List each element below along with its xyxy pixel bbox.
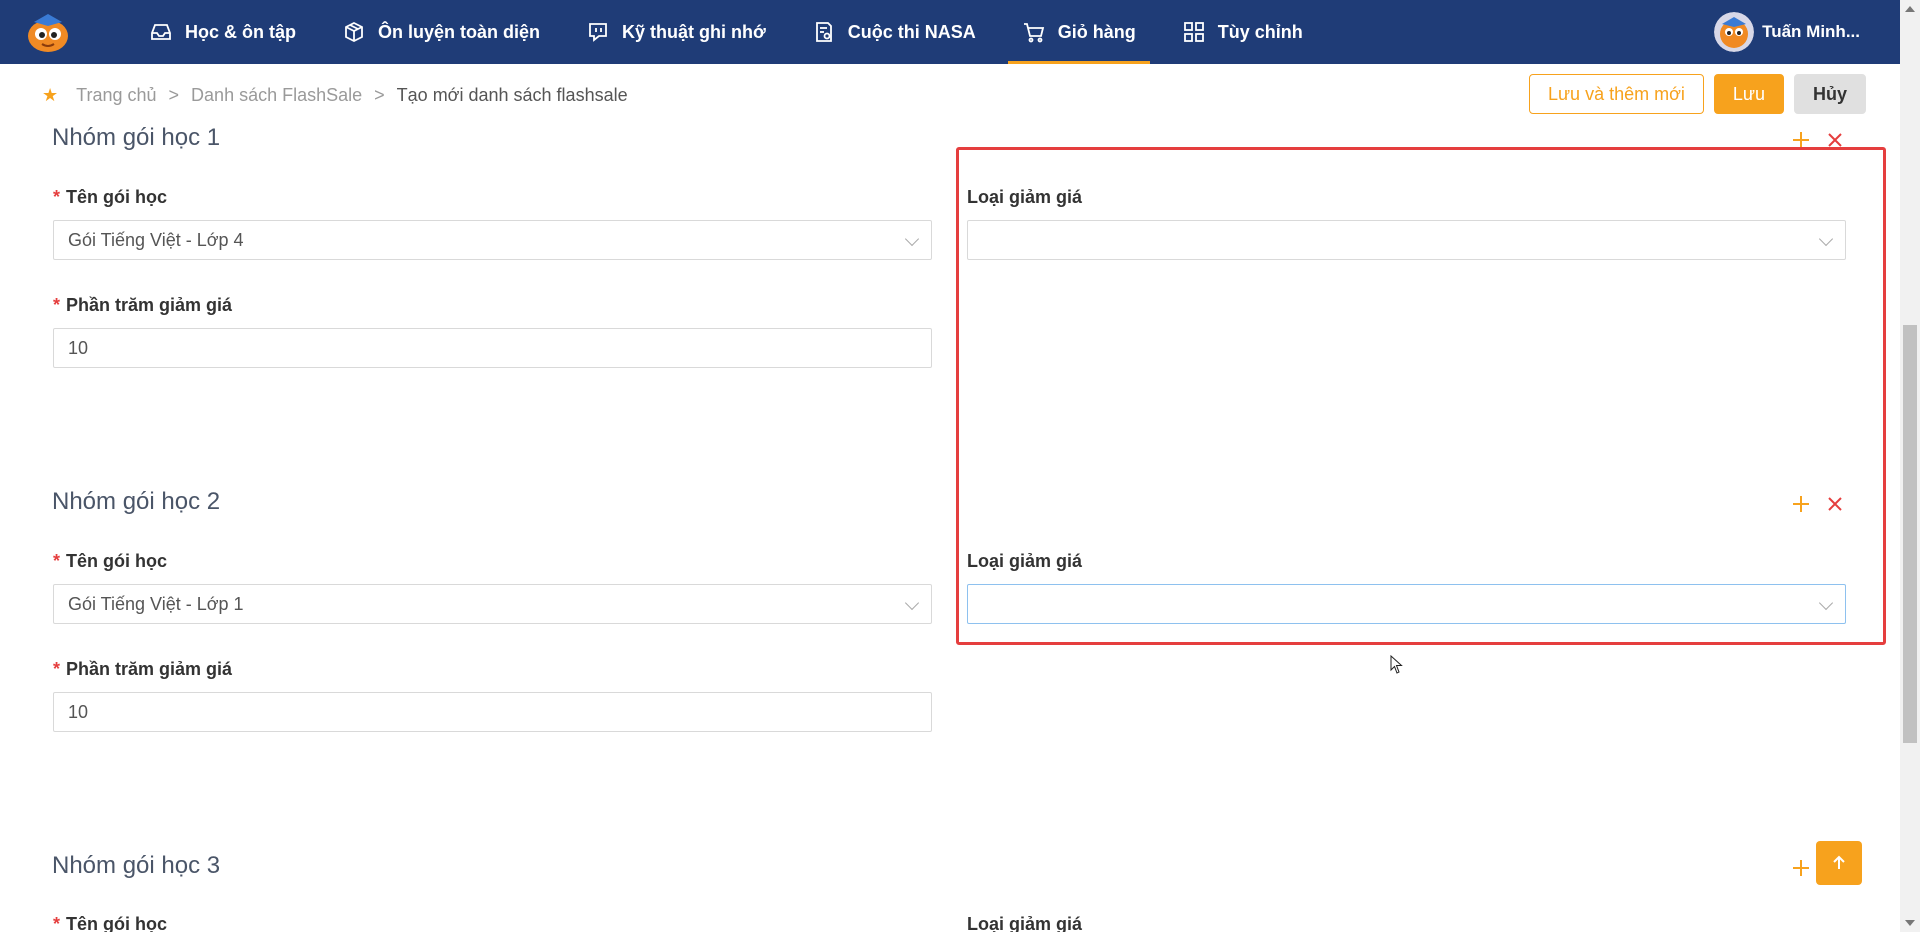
breadcrumb-current: Tạo mới danh sách flashsale <box>396 84 628 105</box>
cart-icon <box>1023 23 1044 43</box>
top-navbar: Học & ôn tập Ôn luyện toàn diện Kỹ thuật… <box>0 0 1900 64</box>
scroll-down-icon[interactable] <box>1905 920 1915 926</box>
mouse-cursor-icon <box>1390 655 1403 674</box>
nav-item-label: Học & ôn tập <box>185 21 296 42</box>
group-title: Nhóm gói học 1 <box>52 124 221 151</box>
scroll-up-icon[interactable] <box>1905 6 1915 12</box>
group-title: Nhóm gói học 3 <box>52 852 221 879</box>
nav-item-label: Giỏ hàng <box>1057 21 1136 42</box>
save-and-new-button[interactable]: Lưu và thêm mới <box>1529 74 1704 114</box>
arrow-up-icon <box>1833 855 1845 869</box>
breadcrumb-separator: > <box>168 84 180 105</box>
breadcrumb: ★ Trang chủ > Danh sách FlashSale > Tạo … <box>42 82 628 108</box>
user-name: Tuấn Minh... <box>1762 22 1860 41</box>
form-actions: Lưu và thêm mới Lưu Hủy <box>1529 74 1866 114</box>
nav-item-cuoc-thi[interactable]: Cuộc thi NASA <box>798 0 990 64</box>
remove-group-icon[interactable] <box>1824 493 1846 515</box>
nav-item-label: Tùy chỉnh <box>1217 21 1303 42</box>
nav-item-label: Kỹ thuật ghi nhớ <box>622 21 766 42</box>
chevron-down-icon <box>904 595 920 611</box>
course-select-value: Gói Tiếng Việt - Lớp 4 <box>68 229 244 250</box>
add-group-icon[interactable] <box>1790 857 1812 879</box>
course-select[interactable]: Gói Tiếng Việt - Lớp 1 <box>53 584 932 624</box>
discount-type-label: Loại giảm giá <box>967 914 1083 932</box>
percent-input-value: 10 <box>68 701 89 722</box>
remove-group-icon[interactable] <box>1824 129 1846 151</box>
course-label: * Tên gói học <box>53 551 168 571</box>
chevron-down-icon <box>904 231 920 247</box>
discount-type-label: Loại giảm giá <box>967 551 1083 571</box>
add-group-icon[interactable] <box>1790 493 1812 515</box>
percent-input[interactable]: 10 <box>53 328 932 368</box>
percent-label: * Phần trăm giảm giá <box>53 659 233 679</box>
nav-item-label: Ôn luyện toàn diện <box>378 21 541 42</box>
discount-type-select[interactable] <box>967 220 1846 260</box>
nav-item-label: Cuộc thi NASA <box>847 21 976 42</box>
add-group-icon[interactable] <box>1790 129 1812 151</box>
document-icon <box>815 22 832 42</box>
breadcrumb-list[interactable]: Danh sách FlashSale <box>191 85 362 106</box>
discount-type-label: Loại giảm giá <box>967 187 1083 207</box>
grid-icon <box>1183 22 1204 42</box>
course-select-value: Gói Tiếng Việt - Lớp 1 <box>68 593 244 614</box>
nav-item-ky-thuat[interactable]: Kỹ thuật ghi nhớ <box>572 0 780 64</box>
page-scrollbar[interactable] <box>1900 0 1920 932</box>
nav-item-on-luyen[interactable]: Ôn luyện toàn diện <box>328 0 554 64</box>
course-select[interactable]: Gói Tiếng Việt - Lớp 4 <box>53 220 932 260</box>
app-logo[interactable] <box>24 10 72 54</box>
back-to-top-button[interactable] <box>1816 841 1862 885</box>
nav-item-hoc-on-tap[interactable]: Học & ôn tập <box>135 0 310 64</box>
inbox-icon <box>151 24 171 40</box>
nav-item-tuy-chinh[interactable]: Tùy chỉnh <box>1168 0 1317 64</box>
scroll-thumb[interactable] <box>1903 325 1917 743</box>
percent-input-value: 10 <box>68 337 89 358</box>
group-title: Nhóm gói học 2 <box>52 488 221 515</box>
course-label: * Tên gói học <box>53 187 168 207</box>
course-label: * Tên gói học <box>53 914 168 932</box>
chevron-down-icon <box>1818 595 1834 611</box>
user-menu[interactable]: Tuấn Minh... <box>1714 0 1860 64</box>
discount-type-select[interactable] <box>967 584 1846 624</box>
cube-icon <box>345 21 363 43</box>
chat-icon <box>589 23 607 42</box>
breadcrumb-home[interactable]: Trang chủ <box>76 85 156 106</box>
percent-input[interactable]: 10 <box>53 692 932 732</box>
avatar <box>1714 12 1755 52</box>
cancel-button[interactable]: Hủy <box>1793 74 1866 114</box>
save-button[interactable]: Lưu <box>1713 74 1784 114</box>
star-icon: ★ <box>42 84 59 105</box>
percent-label: * Phần trăm giảm giá <box>53 295 233 315</box>
nav-item-gio-hang[interactable]: Giỏ hàng <box>1007 0 1150 64</box>
breadcrumb-separator: > <box>374 84 385 105</box>
chevron-down-icon <box>1818 231 1834 247</box>
